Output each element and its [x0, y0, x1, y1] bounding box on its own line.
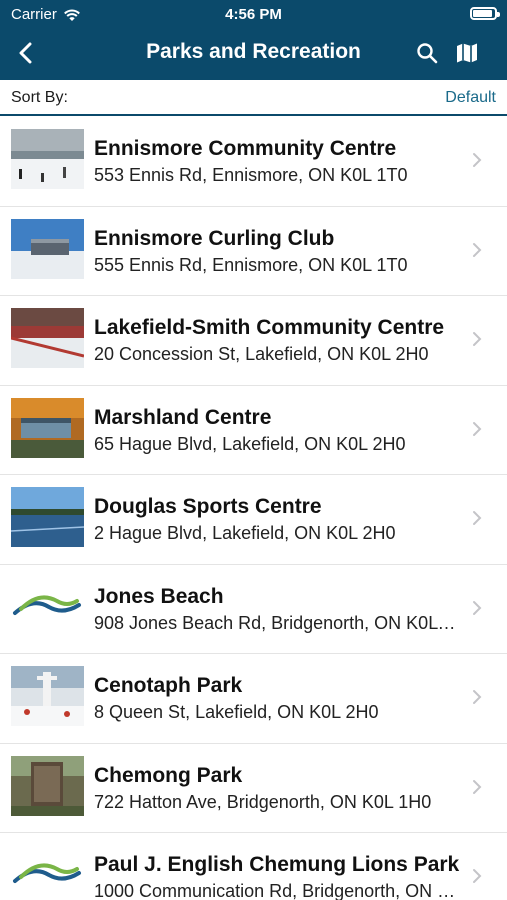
facility-name: Jones Beach: [94, 584, 224, 608]
facility-address: 20 Concession St, Lakefield, ON K0L 2H0: [94, 344, 429, 364]
list-item[interactable]: Ennismore Curling Club 555 Ennis Rd, Enn…: [0, 207, 507, 296]
facility-name: Ennismore Curling Club: [94, 226, 335, 250]
facility-name: Paul J. English Chemung Lions Park: [94, 853, 460, 876]
township-logo: [11, 576, 84, 637]
facility-photo: [11, 397, 84, 458]
navigation-bar: Parks and Recreation: [0, 28, 507, 80]
battery-icon: [470, 7, 500, 20]
facility-address: 8 Queen St, Lakefield, ON K0L 2H0: [94, 702, 379, 722]
chevron-right-icon: [473, 869, 482, 883]
facility-photo: [11, 755, 84, 816]
list-item[interactable]: Lakefield-Smith Community Centre 20 Conc…: [0, 296, 507, 386]
chevron-right-icon: [473, 153, 482, 167]
search-button[interactable]: [412, 38, 442, 68]
facility-name: Chemong Park: [94, 763, 243, 787]
chevron-right-icon: [473, 779, 482, 794]
facility-name: Lakefield-Smith Community Centre: [94, 316, 445, 339]
chevron-right-icon: [473, 511, 482, 525]
facility-address: 553 Ennis Rd, Ennismore, ON K0L 1T0: [94, 165, 408, 185]
facility-address: 2 Hague Blvd, Lakefield, ON K0L 2H0: [94, 523, 396, 543]
facility-photo: [11, 666, 84, 726]
map-button[interactable]: [452, 38, 482, 68]
township-logo: [11, 845, 84, 900]
facility-address: 1000 Communication Rd, Bridgenorth, ON K…: [94, 881, 456, 900]
sort-option-button[interactable]: Default: [445, 89, 496, 107]
facility-address: 555 Ennis Rd, Ennismore, ON K0L 1T0: [94, 254, 408, 275]
chevron-right-icon: [473, 600, 482, 615]
facility-name: Marshland Centre: [94, 405, 272, 429]
facility-address: 908 Jones Beach Rd, Bridgenorth, ON K0L …: [94, 612, 456, 633]
facility-photo: [11, 487, 84, 547]
list-item[interactable]: Marshland Centre 65 Hague Blvd, Lakefiel…: [0, 386, 507, 475]
sort-label: Sort By:: [11, 89, 68, 106]
top-bar: Carrier 4:56 PM Parks and Recreation: [0, 0, 507, 80]
list-item[interactable]: Jones Beach 908 Jones Beach Rd, Bridgeno…: [0, 565, 507, 654]
facility-name: Douglas Sports Centre: [94, 495, 322, 518]
facility-address: 722 Hatton Ave, Bridgenorth, ON K0L 1H0: [94, 791, 432, 812]
facility-address: 65 Hague Blvd, Lakefield, ON K0L 2H0: [94, 433, 406, 454]
facility-name: Cenotaph Park: [94, 674, 243, 697]
facility-photo: [11, 308, 84, 368]
list-item[interactable]: Douglas Sports Centre 2 Hague Blvd, Lake…: [0, 475, 507, 565]
facility-name: Ennismore Community Centre: [94, 137, 397, 160]
facility-photo: [11, 129, 84, 189]
chevron-right-icon: [473, 332, 482, 346]
app-screen: Carrier 4:56 PM Parks and Recreation Sor…: [0, 0, 507, 900]
sort-bar: Sort By: Default: [0, 80, 507, 116]
facility-photo: [11, 218, 84, 279]
chevron-right-icon: [473, 421, 482, 436]
facility-list: Ennismore Community Centre 553 Ennis Rd,…: [0, 117, 507, 900]
map-icon: [457, 43, 477, 63]
status-bar: Carrier 4:56 PM: [0, 0, 507, 28]
list-item[interactable]: Chemong Park 722 Hatton Ave, Bridgenorth…: [0, 744, 507, 833]
chevron-right-icon: [473, 242, 482, 257]
list-item[interactable]: Ennismore Community Centre 553 Ennis Rd,…: [0, 117, 507, 207]
list-item[interactable]: Cenotaph Park 8 Queen St, Lakefield, ON …: [0, 654, 507, 744]
status-time: 4:56 PM: [225, 6, 282, 23]
list-item[interactable]: Paul J. English Chemung Lions Park 1000 …: [0, 833, 507, 900]
chevron-right-icon: [473, 690, 482, 704]
search-icon: [417, 43, 438, 64]
